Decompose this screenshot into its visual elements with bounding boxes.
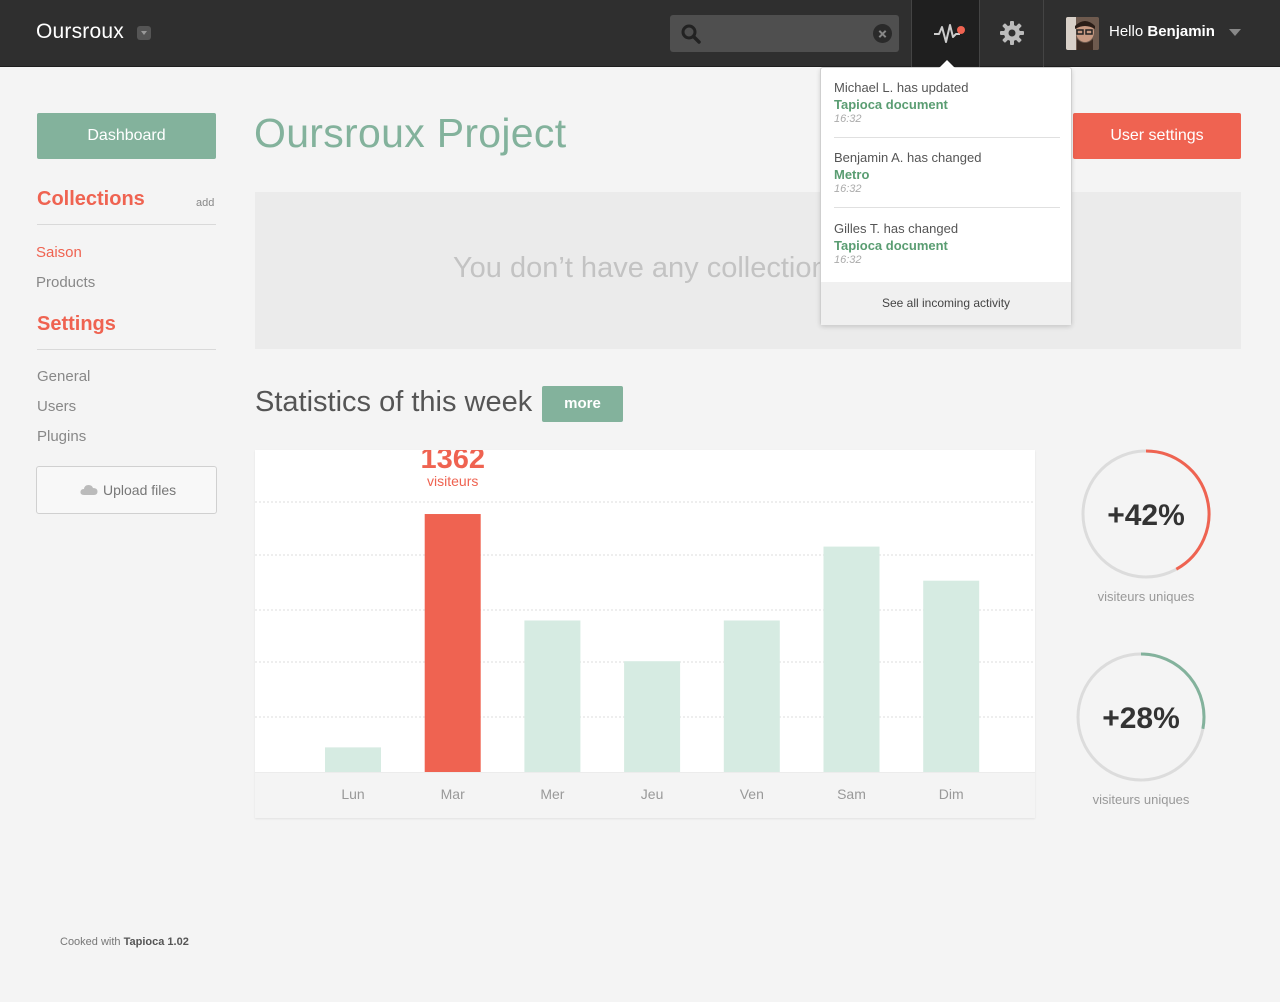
empty-collections-panel: You don’t have any collection [255,192,1241,349]
user-greeting[interactable]: Hello Benjamin [1109,23,1215,40]
sidebar-item-users[interactable]: Users [37,398,76,415]
x-tick-label: Dim [939,786,964,802]
ring-caption: visiteurs uniques [1092,792,1190,807]
bar-mer[interactable] [524,620,581,772]
add-collection-link[interactable]: add [196,197,214,209]
activity-item[interactable]: Gilles T. has changed Tapioca document 1… [834,221,1060,266]
activity-dropdown: Michael L. has updated Tapioca document … [820,60,1072,325]
unique-visitors-ring-1: +42% [1081,449,1211,579]
divider [834,137,1060,138]
sidebar-item-plugins[interactable]: Plugins [37,428,86,445]
unique-visitors-ring-2: +28% [1076,652,1206,782]
bar-chart: Lun Mar 1362visiteurs Mer Jeu Ven Sam Dim [255,450,1035,802]
activity-pulse-icon [934,24,960,43]
divider [37,349,216,350]
top-navigation-bar: Oursroux Hello Benjamin [0,0,1280,67]
x-tick-label: Lun [341,786,364,802]
activity-description: Benjamin A. has changed [834,150,982,165]
bar-ven[interactable] [723,620,780,772]
activity-description: Michael L. has updated [834,80,969,95]
page-title: Oursroux Project [254,110,567,156]
ring-caption: visiteurs uniques [1097,589,1195,604]
search-icon [681,24,701,44]
activity-description: Gilles T. has changed [834,221,959,236]
sidebar-item-products[interactable]: Products [36,274,95,291]
footer-prefix: Cooked with [60,936,121,948]
activity-target-link[interactable]: Tapioca document [834,238,1060,253]
ring-value-label: +42% [1107,499,1185,532]
cloud-icon [80,485,98,495]
activity-button[interactable] [911,0,980,67]
greeting-text: Hello [1109,23,1144,40]
user-name: Benjamin [1147,23,1215,40]
activity-time: 16:32 [834,254,862,266]
x-tick-label: Ven [740,786,764,802]
user-settings-button[interactable]: User settings [1073,113,1241,159]
bar-mar[interactable] [424,514,481,772]
dropdown-arrow [939,60,955,68]
brand-name[interactable]: Oursroux [36,20,124,44]
chevron-down-icon[interactable] [1229,29,1241,36]
clear-search-icon[interactable] [873,24,892,43]
upload-files-label: Upload files [103,482,177,498]
activity-target-link[interactable]: Metro [834,167,1060,182]
user-menu[interactable]: Hello Benjamin [1045,0,1280,67]
divider [37,224,216,225]
activity-time: 16:32 [834,113,862,125]
footer-product: Tapioca 1.02 [123,936,189,948]
x-tick-label: Jeu [641,786,664,802]
upload-files-button[interactable]: Upload files [36,466,217,514]
activity-item[interactable]: Benjamin A. has changed Metro 16:32 [834,150,1060,195]
avatar-image [1066,17,1099,50]
x-tick-label: Sam [837,786,866,802]
settings-button[interactable] [980,0,1044,67]
empty-collections-message: You don’t have any collection [453,252,828,284]
divider [834,207,1060,208]
x-tick-label: Mar [441,786,465,802]
dashboard-button[interactable]: Dashboard [37,113,216,159]
gear-icon [1000,21,1024,45]
activity-target-link[interactable]: Tapioca document [834,97,1060,112]
activity-item[interactable]: Michael L. has updated Tapioca document … [834,80,1060,125]
project-switcher-caret-icon[interactable] [137,26,151,40]
more-button[interactable]: more [542,386,623,422]
ring-value-label: +28% [1102,702,1180,735]
x-tick-label: Mer [540,786,564,802]
bar-jeu[interactable] [624,661,681,772]
search-input[interactable] [706,21,856,46]
sidebar-item-saison[interactable]: Saison [36,244,82,261]
avatar[interactable] [1066,17,1099,50]
collections-heading: Collections [37,188,145,210]
sidebar-item-general[interactable]: General [37,368,90,385]
notification-dot [957,26,965,34]
data-label-unit: visiteurs [427,473,478,489]
search-box[interactable] [670,15,899,52]
bar-sam[interactable] [823,546,880,772]
footer-credit: Cooked with Tapioca 1.02 [60,936,189,948]
bar-dim[interactable] [923,580,980,772]
weekly-visitors-chart: Lun Mar 1362 visiteurs Mer Jeu Ven Sam Dim [255,450,1035,818]
see-all-activity-link[interactable]: See all incoming activity [821,282,1071,325]
activity-time: 16:32 [834,183,862,195]
statistics-title: Statistics of this week [255,386,533,418]
bar-lun[interactable] [325,747,381,772]
data-label-value: 1362 [420,450,485,475]
settings-heading: Settings [37,313,116,335]
